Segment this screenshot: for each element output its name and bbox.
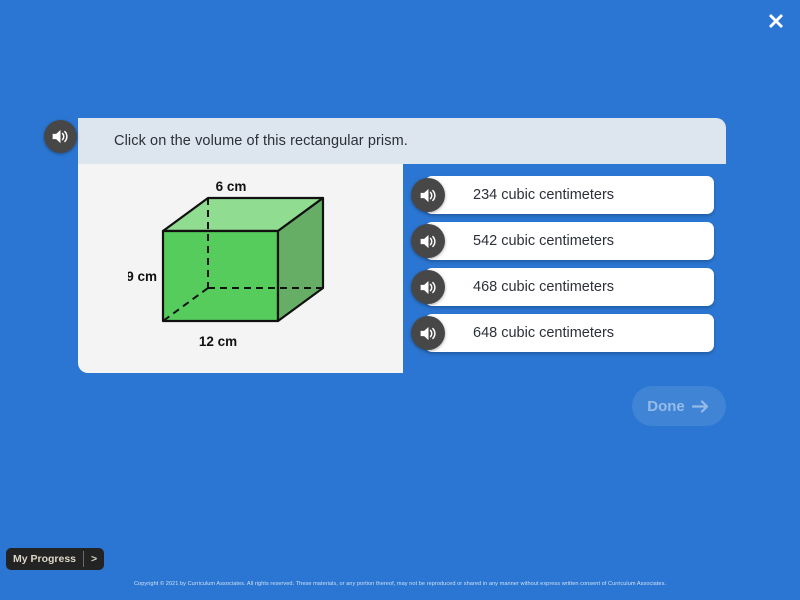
close-icon: [765, 10, 787, 32]
speaker-icon: [418, 185, 439, 206]
answer-option-label: 234 cubic centimeters: [473, 187, 615, 203]
speaker-icon: [418, 277, 439, 298]
speaker-icon: [418, 323, 439, 344]
answer-option-button[interactable]: 234 cubic centimeters: [425, 176, 714, 214]
answer-option-button[interactable]: 468 cubic centimeters: [425, 268, 714, 306]
question-prompt: Click on the volume of this rectangular …: [114, 133, 408, 149]
prism-label-bottom: 12 cm: [199, 334, 237, 349]
answer-option-label: 648 cubic centimeters: [473, 325, 615, 341]
answer-speaker-button[interactable]: [411, 316, 445, 350]
answer-option: 234 cubic centimeters: [411, 176, 714, 214]
chevron-right-icon: >: [91, 553, 98, 565]
speaker-icon: [50, 126, 71, 147]
prism-label-left: 9 cm: [128, 269, 157, 284]
prism-label-top: 6 cm: [216, 179, 247, 194]
answer-options-panel: 234 cubic centimeters 542 cubic centimet…: [403, 164, 726, 373]
answer-option: 468 cubic centimeters: [411, 268, 714, 306]
done-button[interactable]: Done: [632, 386, 726, 426]
answer-option-label: 542 cubic centimeters: [473, 233, 615, 249]
done-button-label: Done: [647, 397, 685, 415]
question-speaker-button[interactable]: [44, 120, 77, 153]
diagram-panel: 6 cm 9 cm 12 cm: [78, 164, 403, 373]
question-card: Click on the volume of this rectangular …: [44, 118, 726, 373]
answer-option: 542 cubic centimeters: [411, 222, 714, 260]
answer-speaker-button[interactable]: [411, 178, 445, 212]
arrow-right-icon: [691, 398, 711, 415]
answer-option-label: 468 cubic centimeters: [473, 279, 615, 295]
answer-speaker-button[interactable]: [411, 270, 445, 304]
answer-speaker-button[interactable]: [411, 224, 445, 258]
answer-option-button[interactable]: 648 cubic centimeters: [425, 314, 714, 352]
speaker-icon: [418, 231, 439, 252]
my-progress-label: My Progress: [13, 553, 77, 565]
rectangular-prism-figure: 6 cm 9 cm 12 cm: [128, 176, 358, 351]
close-button[interactable]: [760, 5, 792, 37]
my-progress-button[interactable]: My Progress >: [6, 548, 105, 570]
question-header: Click on the volume of this rectangular …: [44, 118, 726, 164]
question-body: 6 cm 9 cm 12 cm 234 cubic centimeters 54…: [78, 164, 726, 373]
answer-option: 648 cubic centimeters: [411, 314, 714, 352]
copyright-text: Copyright © 2021 by Curriculum Associate…: [133, 581, 667, 587]
answer-option-button[interactable]: 542 cubic centimeters: [425, 222, 714, 260]
